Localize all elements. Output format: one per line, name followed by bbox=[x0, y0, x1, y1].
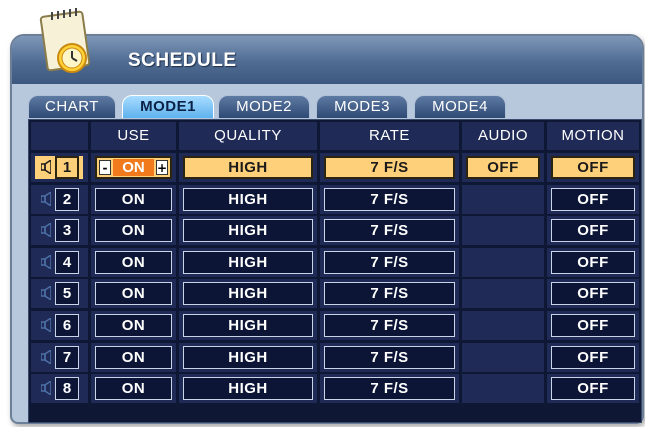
motion-button[interactable]: OFF bbox=[551, 251, 635, 274]
motion-button[interactable]: OFF bbox=[551, 188, 635, 211]
header-motion: MOTION bbox=[561, 127, 625, 144]
channel-number[interactable]: 4 bbox=[55, 251, 79, 274]
speaker-icon bbox=[41, 286, 51, 300]
header-rate: RATE bbox=[369, 127, 410, 144]
header-blank bbox=[31, 122, 88, 150]
motion-button[interactable]: OFF bbox=[551, 346, 635, 369]
schedule-table: USE QUALITY RATE AUDIO MOTION 1- ON + HIGH 7… bbox=[28, 119, 642, 423]
speaker-icon bbox=[41, 318, 51, 332]
tab-mode2[interactable]: MODE2 bbox=[218, 95, 310, 118]
use-button[interactable]: ON bbox=[95, 346, 172, 369]
quality-button[interactable]: HIGH bbox=[183, 156, 313, 179]
use-button[interactable]: ON bbox=[95, 377, 172, 400]
rate-button[interactable]: 7 F/S bbox=[324, 314, 455, 337]
minus-button[interactable]: - bbox=[99, 160, 111, 175]
rate-button[interactable]: 7 F/S bbox=[324, 377, 455, 400]
motion-button[interactable]: OFF bbox=[551, 314, 635, 337]
speaker-icon bbox=[41, 160, 51, 174]
motion-button[interactable]: OFF bbox=[551, 219, 635, 242]
speaker-icon bbox=[41, 350, 51, 364]
motion-button[interactable]: OFF bbox=[551, 377, 635, 400]
rate-button[interactable]: 7 F/S bbox=[324, 251, 455, 274]
use-button[interactable]: ON bbox=[95, 251, 172, 274]
tab-mode1[interactable]: MODE1 bbox=[122, 95, 214, 118]
quality-button[interactable]: HIGH bbox=[183, 188, 313, 211]
quality-button[interactable]: HIGH bbox=[183, 219, 313, 242]
quality-button[interactable]: HIGH bbox=[183, 377, 313, 400]
speaker-icon bbox=[41, 223, 51, 237]
use-button[interactable]: ON bbox=[95, 219, 172, 242]
channel-number[interactable]: 5 bbox=[55, 282, 79, 305]
use-button[interactable]: ON bbox=[95, 282, 172, 305]
motion-button[interactable]: OFF bbox=[551, 282, 635, 305]
audio-cell bbox=[462, 311, 544, 340]
rate-button[interactable]: 7 F/S bbox=[324, 346, 455, 369]
use-stepper[interactable]: - ON + bbox=[95, 156, 172, 179]
rate-button[interactable]: 7 F/S bbox=[324, 282, 455, 305]
quality-button[interactable]: HIGH bbox=[183, 346, 313, 369]
schedule-window: SCHEDULE CHART MODE1 MODE2 MODE3 MODE4 U… bbox=[10, 34, 644, 424]
channel-number[interactable]: 7 bbox=[55, 346, 79, 369]
tab-mode3[interactable]: MODE3 bbox=[316, 95, 408, 118]
audio-cell bbox=[462, 216, 544, 245]
tab-chart[interactable]: CHART bbox=[28, 95, 116, 118]
plus-button[interactable]: + bbox=[156, 160, 168, 175]
use-button[interactable]: ON bbox=[95, 314, 172, 337]
audio-cell bbox=[462, 343, 544, 372]
audio-cell bbox=[462, 185, 544, 214]
header-quality: QUALITY bbox=[214, 127, 282, 144]
audio-cell bbox=[462, 374, 544, 403]
audio-cell bbox=[462, 279, 544, 308]
header-use: USE bbox=[117, 127, 150, 144]
quality-button[interactable]: HIGH bbox=[183, 282, 313, 305]
rate-button[interactable]: 7 F/S bbox=[324, 156, 455, 179]
tab-mode4[interactable]: MODE4 bbox=[414, 95, 506, 118]
channel-number[interactable]: 6 bbox=[55, 314, 79, 337]
speaker-icon bbox=[41, 192, 51, 206]
title-bar: SCHEDULE bbox=[12, 36, 642, 84]
motion-button[interactable]: OFF bbox=[551, 156, 635, 179]
quality-button[interactable]: HIGH bbox=[183, 314, 313, 337]
speaker-icon bbox=[41, 381, 51, 395]
channel-number[interactable]: 8 bbox=[55, 377, 79, 400]
use-button[interactable]: ON bbox=[95, 188, 172, 211]
rate-button[interactable]: 7 F/S bbox=[324, 219, 455, 242]
rate-button[interactable]: 7 F/S bbox=[324, 188, 455, 211]
speaker-icon bbox=[41, 255, 51, 269]
channel-number[interactable]: 1 bbox=[55, 156, 79, 179]
use-value: ON bbox=[113, 159, 154, 176]
audio-button[interactable]: OFF bbox=[466, 156, 540, 179]
channel-number[interactable]: 3 bbox=[55, 219, 79, 242]
channel-number[interactable]: 2 bbox=[55, 188, 79, 211]
audio-cell bbox=[462, 248, 544, 277]
window-title: SCHEDULE bbox=[128, 50, 237, 71]
clock-notepad-icon bbox=[39, 8, 91, 73]
header-audio: AUDIO bbox=[477, 127, 528, 144]
quality-button[interactable]: HIGH bbox=[183, 251, 313, 274]
